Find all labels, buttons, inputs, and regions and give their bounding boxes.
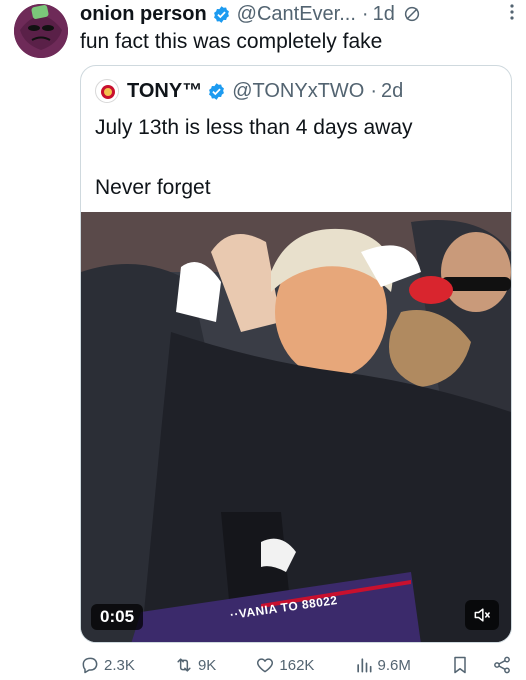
more-button[interactable] xyxy=(502,0,522,24)
more-icon xyxy=(510,4,514,20)
repost-count: 9K xyxy=(197,656,217,674)
header-separator: · xyxy=(361,2,369,25)
video-player[interactable]: ··VANIA TO 88022 0:05 xyxy=(81,212,511,642)
quoted-text-line-1: July 13th is less than 4 days away xyxy=(95,116,413,139)
quoted-header: TONY™ @TONYxTWO · 2d xyxy=(95,78,403,104)
quoted-author-handle[interactable]: @TONYxTWO xyxy=(232,80,364,103)
tweet-text: fun fact this was completely fake xyxy=(80,30,383,53)
verified-badge-icon xyxy=(209,82,225,100)
verified-badge-icon xyxy=(213,5,229,23)
action-bar-right xyxy=(450,655,512,675)
video-timestamp: 0:05 xyxy=(91,604,144,630)
mute-button[interactable] xyxy=(465,600,499,630)
like-icon xyxy=(257,658,274,673)
tweet-header: onion person @CantEver... · 1d xyxy=(80,2,514,26)
reply-button[interactable]: 2.3K xyxy=(80,655,135,675)
action-bar: 2.3K 9K 162K 9.6M xyxy=(80,652,512,678)
mute-icon xyxy=(474,608,491,622)
share-icon[interactable] xyxy=(492,655,512,675)
repost-button[interactable]: 9K xyxy=(174,655,216,675)
quoted-author-name[interactable]: TONY™ xyxy=(127,80,202,103)
quoted-text-line-2: Never forget xyxy=(95,176,211,199)
no-reply-icon xyxy=(404,6,419,22)
reply-icon xyxy=(82,657,98,674)
like-button[interactable]: 162K xyxy=(255,655,314,675)
author-handle[interactable]: @CantEver... xyxy=(237,3,356,26)
like-count: 162K xyxy=(279,656,315,674)
quoted-tweet[interactable]: TONY™ @TONYxTWO · 2d July 13th is less t… xyxy=(80,65,512,643)
lion-avatar-image xyxy=(97,81,118,102)
bookmark-icon[interactable] xyxy=(450,655,470,675)
views-count: 9.6M xyxy=(377,656,411,674)
video-frame xyxy=(81,212,511,642)
author-name[interactable]: onion person xyxy=(80,3,207,26)
onion-avatar-image xyxy=(14,4,68,58)
quoted-time[interactable]: 2d xyxy=(381,80,403,103)
quoted-separator: · xyxy=(370,79,378,102)
repost-icon xyxy=(177,658,191,672)
tweet-time[interactable]: 1d xyxy=(373,3,395,26)
views-icon xyxy=(356,658,372,673)
reply-count: 2.3K xyxy=(104,656,135,674)
quoted-author-avatar[interactable] xyxy=(95,79,119,103)
views-button[interactable]: 9.6M xyxy=(354,655,411,675)
author-avatar[interactable] xyxy=(14,4,68,58)
